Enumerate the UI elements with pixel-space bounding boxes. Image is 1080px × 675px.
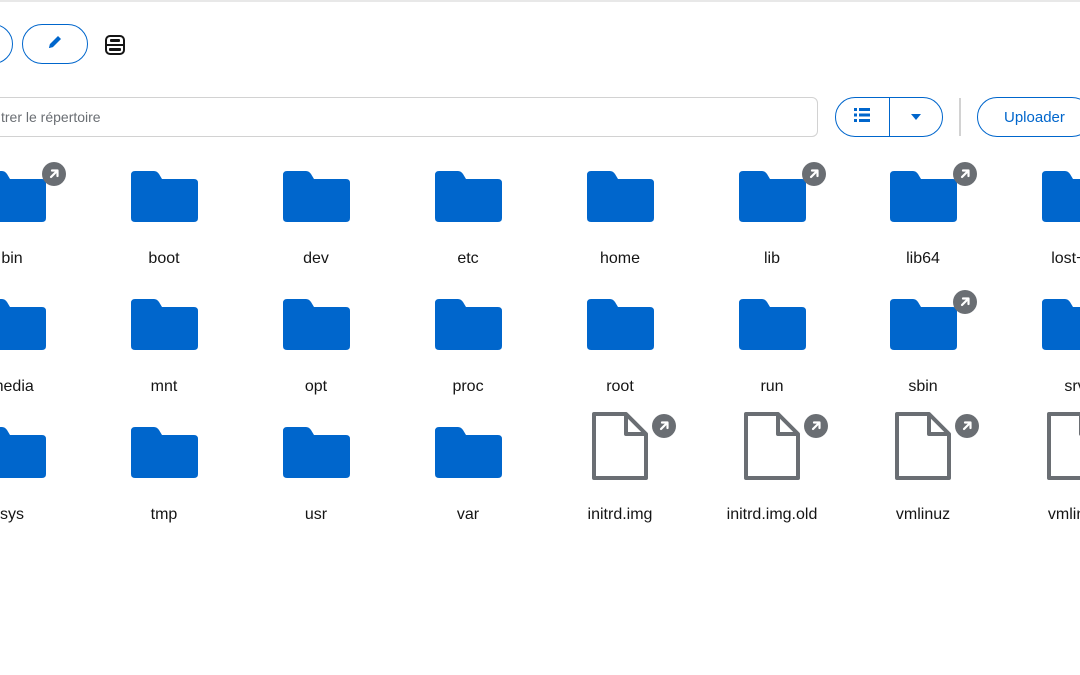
folder-icon (434, 292, 504, 362)
folder-item[interactable]: root (550, 292, 690, 402)
folder-item[interactable]: srv (1005, 292, 1080, 402)
folder-icon (738, 292, 808, 362)
item-name: lib64 (906, 250, 940, 267)
folder-item[interactable]: mnt (94, 292, 234, 402)
folder-item[interactable]: proc (398, 292, 538, 402)
folder-icon (130, 164, 200, 234)
folder-item[interactable]: run (702, 292, 842, 402)
item-name: root (606, 378, 634, 395)
toolbar (0, 24, 200, 64)
folder-icon (282, 292, 352, 362)
folder-icon (434, 420, 504, 490)
pencil-icon (47, 34, 63, 55)
file-icon (889, 412, 959, 482)
folder-item[interactable]: usr (246, 420, 386, 530)
item-name: initrd.img (587, 506, 653, 523)
symlink-badge-icon (953, 290, 977, 314)
folder-icon (130, 420, 200, 490)
symlink-badge-icon (42, 162, 66, 186)
file-item[interactable]: vmlinuz (1005, 412, 1080, 532)
file-icon (586, 412, 656, 482)
folder-icon (1041, 164, 1080, 234)
folder-item[interactable]: tmp (94, 420, 234, 530)
item-name: dev (303, 250, 329, 267)
folder-icon (1041, 292, 1080, 362)
upload-button[interactable]: Uploader (977, 97, 1080, 137)
item-name: lib (763, 250, 780, 267)
folder-item[interactable]: lost+fo (1005, 164, 1080, 274)
item-name: opt (304, 378, 328, 395)
file-icon (1041, 412, 1080, 482)
item-name: initrd.img.old (726, 506, 818, 523)
toolbar-button[interactable] (0, 24, 13, 64)
folder-item[interactable]: lib64 (853, 162, 993, 274)
folder-item[interactable]: bin (0, 162, 82, 274)
folder-icon (130, 292, 200, 362)
item-name: etc (457, 250, 479, 267)
item-name: bin (1, 250, 23, 267)
symlink-badge-icon (652, 414, 676, 438)
folder-icon (889, 292, 959, 362)
item-name: var (456, 506, 480, 523)
item-name: tmp (150, 506, 178, 523)
toolbar-separator (959, 98, 961, 136)
folder-item[interactable]: lib (702, 162, 842, 274)
symlink-badge-icon (804, 414, 828, 438)
drive-icon[interactable] (103, 33, 127, 57)
folder-icon (282, 164, 352, 234)
folder-icon (0, 164, 48, 234)
folder-icon (0, 420, 48, 490)
list-view-icon (854, 107, 871, 127)
folder-icon (586, 164, 656, 234)
item-name: vmlinuz (895, 506, 951, 523)
folder-icon (434, 164, 504, 234)
symlink-badge-icon (955, 414, 979, 438)
folder-icon (738, 164, 808, 234)
filter-directory-input[interactable]: trer le répertoire (0, 97, 818, 137)
item-name: mnt (150, 378, 178, 395)
item-name: home (599, 250, 641, 267)
item-name: boot (148, 250, 180, 267)
item-name: sys (0, 506, 24, 523)
view-toggle (835, 97, 943, 137)
folder-icon (889, 164, 959, 234)
file-item[interactable]: initrd.img (550, 412, 690, 532)
list-view-button[interactable] (836, 98, 889, 136)
caret-down-icon (910, 108, 922, 126)
folder-icon (0, 292, 48, 362)
item-name: sbin (908, 378, 938, 395)
folder-item[interactable]: dev (246, 164, 386, 274)
view-dropdown-button[interactable] (888, 98, 943, 136)
edit-button[interactable] (22, 24, 88, 64)
folder-item[interactable]: boot (94, 164, 234, 274)
symlink-badge-icon (802, 162, 826, 186)
folder-icon (282, 420, 352, 490)
folder-item[interactable]: home (550, 164, 690, 274)
item-name: proc (452, 378, 484, 395)
folder-icon (586, 292, 656, 362)
item-name: media (0, 378, 34, 395)
folder-item[interactable]: sys (0, 420, 82, 530)
item-name: lost+fo (1051, 250, 1080, 267)
file-icon (738, 412, 808, 482)
folder-item[interactable]: sbin (853, 290, 993, 402)
item-name: run (760, 378, 784, 395)
folder-item[interactable]: etc (398, 164, 538, 274)
item-name: usr (304, 506, 328, 523)
file-item[interactable]: vmlinuz (853, 412, 993, 532)
upload-label: Uploader (1004, 108, 1065, 126)
top-border (0, 0, 1080, 2)
folder-item[interactable]: opt (246, 292, 386, 402)
filter-placeholder: trer le répertoire (1, 109, 101, 125)
file-item[interactable]: initrd.img.old (702, 412, 842, 532)
folder-item[interactable]: var (398, 420, 538, 530)
item-name: vmlinuz (1047, 506, 1080, 523)
symlink-badge-icon (953, 162, 977, 186)
item-name: srv (1064, 378, 1080, 395)
folder-item[interactable]: media (0, 292, 82, 402)
